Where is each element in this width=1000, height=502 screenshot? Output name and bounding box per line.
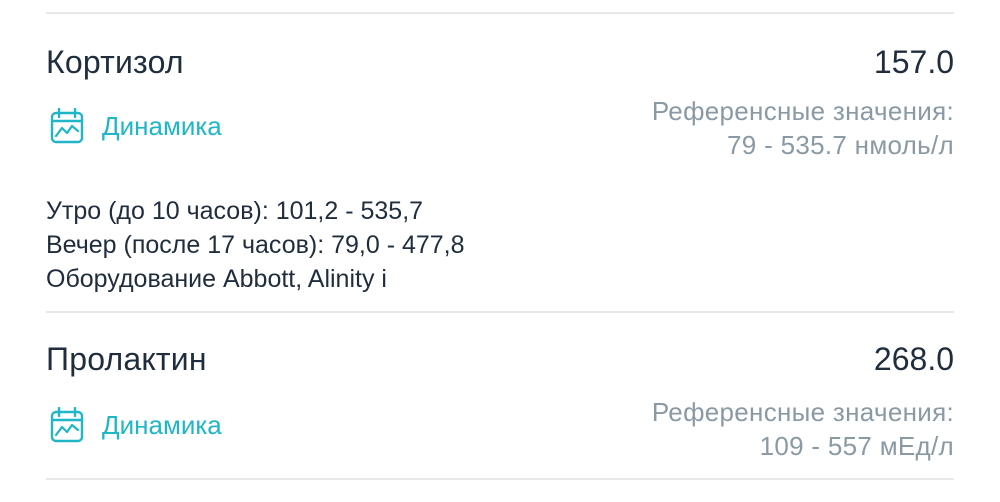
test-card-prolactin: Пролактин 268.0 Динамика Референсные зна… bbox=[46, 313, 954, 479]
note-line: Оборудование Abbott, Alinity i bbox=[46, 265, 387, 293]
calendar-chart-icon bbox=[50, 107, 84, 144]
note-line: Утро (до 10 часов): 101,2 - 535,7 bbox=[46, 197, 424, 225]
reference-label: Референсные значения: bbox=[651, 96, 954, 126]
test-value: 268.0 bbox=[873, 341, 954, 377]
calendar-chart-icon bbox=[50, 406, 84, 443]
dynamics-label: Динамика bbox=[102, 110, 222, 141]
test-name: Кортизол bbox=[46, 44, 184, 80]
test-notes: Утро (до 10 часов): 101,2 - 535,7 Вечер … bbox=[46, 194, 465, 296]
divider-bottom bbox=[46, 478, 954, 480]
test-name: Пролактин bbox=[46, 341, 207, 377]
dynamics-button[interactable]: Динамика bbox=[50, 107, 222, 144]
reference-range: 109 - 557 мЕд/л bbox=[759, 431, 954, 461]
note-line: Вечер (после 17 часов): 79,0 - 477,8 bbox=[46, 231, 465, 259]
dynamics-label: Динамика bbox=[102, 409, 222, 440]
test-card-cortisol: Кортизол 157.0 Динамика Референсные знач… bbox=[46, 14, 954, 312]
test-value: 157.0 bbox=[873, 44, 954, 80]
reference-range: 79 - 535.7 нмоль/л bbox=[727, 130, 954, 160]
dynamics-button[interactable]: Динамика bbox=[50, 406, 222, 443]
reference-label: Референсные значения: bbox=[651, 397, 954, 427]
reference-values: Референсные значения: 79 - 535.7 нмоль/л bbox=[652, 94, 954, 162]
reference-values: Референсные значения: 109 - 557 мЕд/л bbox=[652, 395, 954, 463]
